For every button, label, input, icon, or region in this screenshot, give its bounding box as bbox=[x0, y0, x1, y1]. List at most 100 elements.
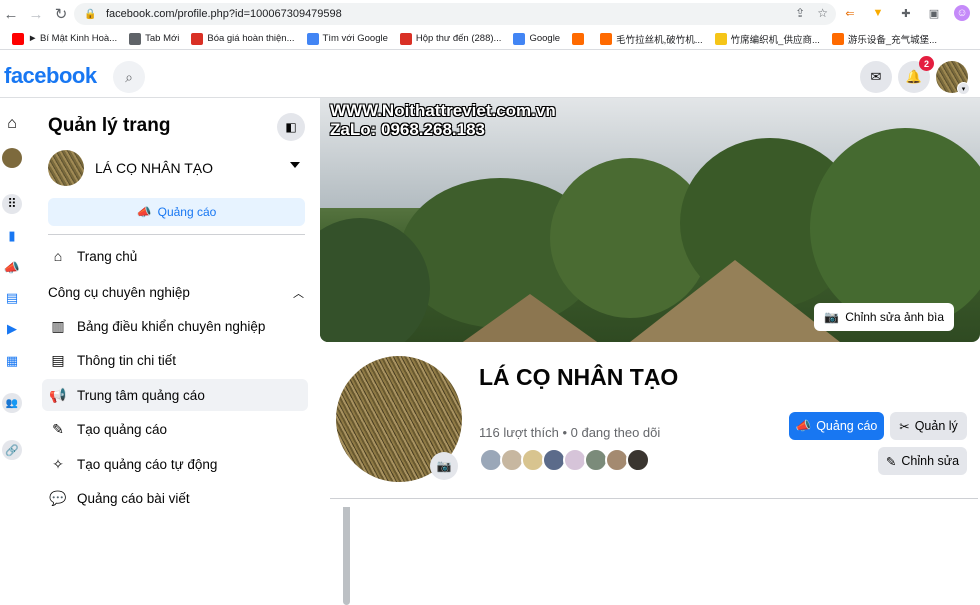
lock-icon: 🔒 bbox=[84, 8, 97, 20]
bookmark-label: Hộp thư đến (288)... bbox=[415, 33, 502, 44]
watermark-website: WWW.Noithattreviet.com.vn bbox=[330, 101, 556, 120]
profile-avatar-icon[interactable]: ☺ bbox=[954, 5, 970, 21]
bookmark-item[interactable]: Hộp thư đến (288)... bbox=[399, 32, 502, 45]
dashboard-icon: ▥ bbox=[51, 317, 65, 334]
bookmark-item[interactable]: 游乐设备_充气城堡... bbox=[831, 32, 937, 46]
profile-name: LÁ CỌ NHÂN TẠO bbox=[479, 364, 679, 390]
edit-cover-label: Chỉnh sửa ảnh bìa bbox=[845, 310, 944, 324]
edit-page-button[interactable]: ✎ Chỉnh sửa bbox=[878, 447, 967, 475]
manage-button[interactable]: ✂ Quản lý bbox=[890, 412, 967, 440]
facebook-logo[interactable]: facebook bbox=[4, 63, 97, 89]
home-outline-icon: ⌂ bbox=[53, 248, 63, 264]
bookmark-item[interactable]: Tìm với Google bbox=[306, 32, 388, 45]
caret-down-icon bbox=[290, 162, 300, 168]
video-icon[interactable]: ▶ bbox=[2, 319, 22, 339]
chat-bubble-icon: 💬 bbox=[49, 490, 67, 506]
apps-grid-icon[interactable]: ⠿ bbox=[2, 194, 22, 214]
google-icon bbox=[513, 32, 526, 45]
messenger-icon[interactable]: ✉ bbox=[860, 61, 892, 93]
url-text: facebook.com/profile.php?id=100067309479… bbox=[106, 8, 342, 20]
bookmark-star-icon[interactable]: ☆ bbox=[817, 6, 828, 20]
google-icon bbox=[306, 32, 319, 45]
people-icon[interactable]: 👥 bbox=[2, 393, 22, 413]
calendar-icon[interactable]: ▦ bbox=[2, 351, 22, 371]
page-switcher[interactable]: LÁ CỌ NHÂN TẠO bbox=[48, 148, 304, 188]
bookmark-label: 竹席编织机_供应商... bbox=[730, 34, 820, 46]
bookmark-item[interactable]: 竹席编织机_供应商... bbox=[714, 32, 820, 46]
link-icon[interactable]: 🔗 bbox=[2, 440, 22, 460]
page-avatar bbox=[48, 150, 84, 186]
address-bar[interactable]: 🔒 facebook.com/profile.php?id=1000673094… bbox=[74, 3, 836, 25]
liker-avatars[interactable] bbox=[479, 448, 650, 472]
camera-icon: 📷 bbox=[824, 310, 840, 324]
cover-photo[interactable]: WWW.Noithattreviet.com.vn ZaLo: 0968.268… bbox=[320, 98, 980, 342]
extensions-puzzle-icon[interactable]: ✚ bbox=[898, 5, 914, 21]
panel-title: Quản lý trang bbox=[48, 115, 171, 136]
bookmark-label: ► Bí Mật Kinh Hoà... bbox=[28, 33, 118, 44]
bookmark-item[interactable]: Tab Mới bbox=[129, 32, 180, 45]
megaphone-icon: 📣 bbox=[136, 205, 152, 219]
facebook-header: facebook ⌕ ✉ 🔔 2 ▾ bbox=[0, 50, 980, 98]
menu-item-0[interactable]: ▥ Bảng điều khiển chuyên nghiệp bbox=[42, 310, 308, 342]
gmail-icon bbox=[191, 32, 204, 45]
bar-chart-icon[interactable]: ▮ bbox=[2, 226, 22, 246]
alibaba-icon bbox=[572, 32, 585, 45]
bookmark-label: Bóa giá hoàn thiện... bbox=[207, 33, 295, 44]
menu-item-5[interactable]: 💬 Quảng cáo bài viết bbox=[42, 483, 308, 515]
pencil-icon: ✎ bbox=[885, 454, 897, 469]
sidepanel-icon[interactable]: ▣ bbox=[926, 5, 942, 21]
weibo-icon bbox=[714, 32, 727, 45]
account-avatar[interactable]: ▾ bbox=[936, 61, 970, 95]
notifications-bell-icon[interactable]: 🔔 2 bbox=[898, 56, 934, 93]
section-label: Công cụ chuyên nghiệp bbox=[48, 285, 190, 300]
edit-cover-button[interactable]: 📷 Chỉnh sửa ảnh bìa bbox=[814, 303, 954, 331]
bookmark-label: Tab Mới bbox=[145, 33, 180, 44]
menu-item-home[interactable]: ⌂ Trang chủ bbox=[42, 240, 308, 272]
promote-page-button[interactable]: 📣 Quảng cáo bbox=[789, 412, 884, 440]
page-avatar-icon[interactable] bbox=[2, 148, 22, 168]
bookmark-item[interactable]: Google bbox=[513, 32, 561, 45]
extension-yellow-icon[interactable]: ▼ bbox=[870, 5, 886, 21]
bookmark-label: Google bbox=[529, 33, 561, 44]
collapse-sidebar-icon[interactable]: ◧ bbox=[277, 113, 305, 141]
forward-icon[interactable]: → bbox=[25, 3, 47, 25]
extension-arrow-icon[interactable]: ⇐ bbox=[842, 5, 858, 21]
photo-icon[interactable]: ▤ bbox=[2, 288, 22, 308]
menu-item-label: Thông tin chi tiết bbox=[77, 353, 177, 368]
megaphone-rail-icon[interactable]: 📣 bbox=[2, 258, 22, 278]
watermark-phone: ZaLo: 0968.268.183 bbox=[330, 120, 485, 139]
menu-item-label: Trung tâm quảng cáo bbox=[77, 387, 205, 403]
bookmark-item[interactable]: 毛竹拉丝机,破竹机... bbox=[600, 32, 703, 46]
alibaba-icon bbox=[831, 32, 844, 45]
menu-item-4[interactable]: ✧ Tạo quảng cáo tự động bbox=[42, 448, 308, 480]
reload-icon[interactable]: ↻ bbox=[50, 3, 72, 25]
pencil-icon: ✎ bbox=[52, 421, 64, 437]
menu-item-3[interactable]: ✎ Tạo quảng cáo bbox=[42, 414, 308, 446]
insights-icon: ▤ bbox=[51, 352, 65, 368]
bookmark-item[interactable]: Bóa giá hoàn thiện... bbox=[191, 32, 295, 45]
home-icon[interactable]: ⌂ bbox=[2, 114, 22, 134]
gmail-icon bbox=[399, 32, 412, 45]
menu-item-2[interactable]: 📢 Trung tâm quảng cáo bbox=[42, 379, 308, 411]
bookmark-item[interactable]: ► Bí Mật Kinh Hoà... bbox=[12, 32, 118, 45]
chevron-down-icon: ▾ bbox=[957, 82, 970, 95]
promote-button-label: Quảng cáo bbox=[157, 205, 217, 219]
manage-page-panel: Quản lý trang ◧ LÁ CỌ NHÂN TẠO 📣 Quảng c… bbox=[36, 98, 350, 605]
menu-item-1[interactable]: ▤ Thông tin chi tiết bbox=[42, 345, 308, 377]
search-icon[interactable]: ⌕ bbox=[113, 61, 145, 93]
menu-item-label: Tạo quảng cáo tự động bbox=[77, 456, 218, 472]
promote-button[interactable]: 📣 Quảng cáo bbox=[48, 198, 305, 226]
share-icon[interactable]: ⇪ bbox=[795, 6, 805, 20]
bookmark-item[interactable] bbox=[572, 32, 588, 45]
magic-wand-icon: ✧ bbox=[52, 455, 64, 472]
back-icon[interactable]: ← bbox=[0, 3, 22, 25]
profile-stats[interactable]: 116 lượt thích • 0 đang theo dõi bbox=[479, 425, 660, 440]
chevron-up-icon: ︿ bbox=[293, 288, 304, 300]
browser-toolbar: ← → ↻ 🔒 facebook.com/profile.php?id=1000… bbox=[0, 0, 980, 28]
youtube-icon bbox=[12, 32, 24, 45]
menu-item-label: Trang chủ bbox=[77, 248, 138, 264]
camera-icon[interactable]: 📷 bbox=[430, 452, 458, 480]
section-pro-tools[interactable]: Công cụ chuyên nghiệp ︿ bbox=[48, 285, 304, 300]
manage-label: Quản lý bbox=[914, 419, 958, 433]
notification-badge: 2 bbox=[919, 56, 934, 71]
